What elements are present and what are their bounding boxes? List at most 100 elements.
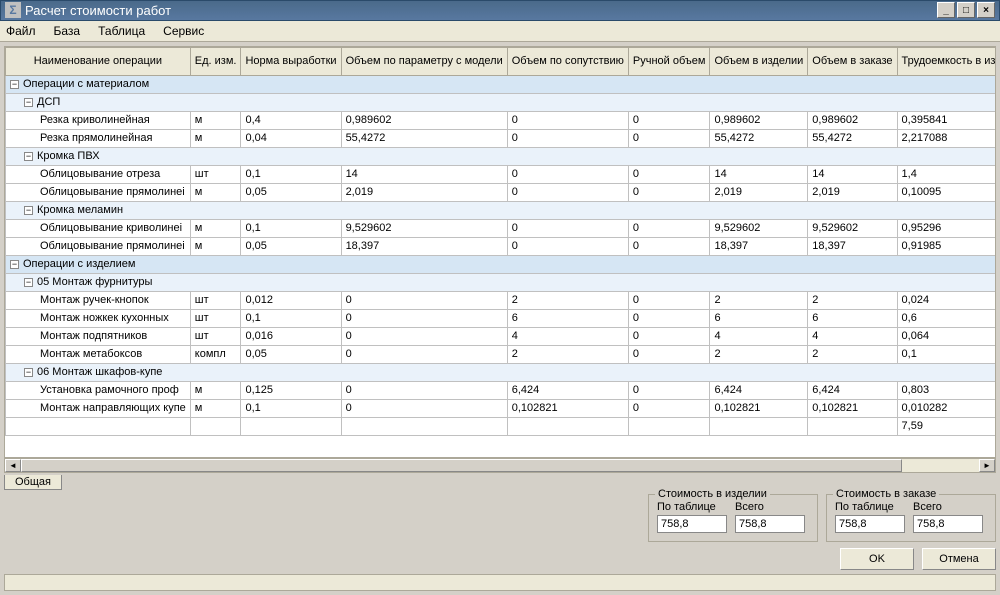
scroll-thumb[interactable] [21, 459, 902, 472]
cell[interactable]: 0,1 [241, 399, 341, 417]
cell[interactable]: Резка прямолинейная [6, 129, 191, 147]
subgroup-row[interactable]: −Кромка меламин [6, 201, 997, 219]
cell[interactable]: 6,424 [808, 381, 897, 399]
subgroup-row[interactable]: −06 Монтаж шкафов-купе [6, 363, 997, 381]
table-row[interactable]: Монтаж ножкек кухонныхшт0,1060660,60,610… [6, 309, 997, 327]
cell[interactable] [808, 417, 897, 435]
cell[interactable]: 0,012 [241, 291, 341, 309]
col-lab-izd[interactable]: Трудоемкость в изделии [897, 47, 996, 75]
cell[interactable]: 0,4 [241, 111, 341, 129]
table-row[interactable]: Монтаж направляющих купем0,100,10282100,… [6, 399, 997, 417]
menu-service[interactable]: Сервис [163, 24, 204, 38]
cell[interactable]: 0,395841 [897, 111, 996, 129]
cell[interactable]: 6 [710, 309, 808, 327]
col-vol-sop[interactable]: Объем по сопутствию [507, 47, 628, 75]
cell[interactable]: 4 [507, 327, 628, 345]
cell[interactable]: 0 [628, 183, 710, 201]
cell[interactable]: 6,424 [710, 381, 808, 399]
cell[interactable]: Установка рамочного проф [6, 381, 191, 399]
cell[interactable]: 14 [710, 165, 808, 183]
scroll-left-icon[interactable]: ◄ [5, 459, 21, 472]
table-row[interactable]: Резка прямолинейнаям0,0455,42720055,4272… [6, 129, 997, 147]
zak-total-input[interactable] [913, 515, 983, 533]
group-row[interactable]: −Операции с материалом [6, 75, 997, 93]
cell[interactable]: 0 [507, 129, 628, 147]
cell[interactable]: 0 [628, 327, 710, 345]
collapse-icon[interactable]: − [10, 80, 19, 89]
table-row[interactable]: Облицовывание отрезашт0,1140014141,41,41… [6, 165, 997, 183]
cell[interactable]: 14 [808, 165, 897, 183]
menu-file[interactable]: Файл [6, 24, 36, 38]
table-row[interactable]: Облицовывание прямолинеім0,0518,3970018,… [6, 237, 997, 255]
cell[interactable]: 18,397 [341, 237, 507, 255]
cell[interactable]: 0 [628, 291, 710, 309]
cell[interactable]: м [190, 129, 241, 147]
cell[interactable]: 9,529602 [341, 219, 507, 237]
cell[interactable] [710, 417, 808, 435]
cell[interactable]: 0,803 [897, 381, 996, 399]
cell[interactable]: 4 [710, 327, 808, 345]
cell[interactable]: м [190, 399, 241, 417]
cell[interactable]: 0,064 [897, 327, 996, 345]
collapse-icon[interactable]: − [24, 278, 33, 287]
menu-table[interactable]: Таблица [98, 24, 145, 38]
cell[interactable]: 0 [341, 399, 507, 417]
cell[interactable]: 2,217088 [897, 129, 996, 147]
cell[interactable]: Монтаж подпятников [6, 327, 191, 345]
cell[interactable]: 2,019 [341, 183, 507, 201]
cell[interactable]: м [190, 237, 241, 255]
cell[interactable] [341, 417, 507, 435]
cell[interactable]: 0,05 [241, 237, 341, 255]
cell[interactable] [241, 417, 341, 435]
cell[interactable]: 0,05 [241, 345, 341, 363]
collapse-icon[interactable]: − [24, 368, 33, 377]
cell[interactable]: 6 [808, 309, 897, 327]
cell[interactable]: 0 [341, 327, 507, 345]
subgroup-row[interactable]: −05 Монтаж фурнитуры [6, 273, 997, 291]
cell[interactable]: 0,102821 [710, 399, 808, 417]
cell[interactable]: 0,989602 [808, 111, 897, 129]
cell[interactable]: Облицовывание отреза [6, 165, 191, 183]
subgroup-row[interactable]: −ДСП [6, 93, 997, 111]
cell[interactable]: 9,529602 [808, 219, 897, 237]
col-name[interactable]: Наименование операции [6, 47, 191, 75]
cell[interactable]: 0 [628, 399, 710, 417]
cell[interactable]: Монтаж ножкек кухонных [6, 309, 191, 327]
cell[interactable]: 0,04 [241, 129, 341, 147]
table-row[interactable]: Монтаж метабоксовкомпл0,05020220,10,1100… [6, 345, 997, 363]
table-row[interactable]: Облицовывание прямолинеім0,052,019002,01… [6, 183, 997, 201]
cell[interactable]: 2 [507, 345, 628, 363]
cell[interactable]: Облицовывание криволинеі [6, 219, 191, 237]
tab-general[interactable]: Общая [4, 475, 62, 490]
table-row[interactable]: Установка рамочного профм0,12506,42406,4… [6, 381, 997, 399]
close-button[interactable]: × [977, 2, 995, 18]
cell[interactable]: 0 [341, 291, 507, 309]
cell[interactable]: компл [190, 345, 241, 363]
zak-by-table-input[interactable] [835, 515, 905, 533]
cell[interactable]: 2,019 [808, 183, 897, 201]
collapse-icon[interactable]: − [24, 152, 33, 161]
cell[interactable] [628, 417, 710, 435]
table-row[interactable]: Облицовывание криволинеім0,19,529602009,… [6, 219, 997, 237]
cell[interactable]: 0 [628, 165, 710, 183]
menu-base[interactable]: База [54, 24, 81, 38]
cell[interactable]: Облицовывание прямолинеі [6, 183, 191, 201]
horizontal-scrollbar[interactable]: ◄ ► [4, 458, 996, 473]
cell[interactable]: 0,6 [897, 309, 996, 327]
cell[interactable]: 14 [341, 165, 507, 183]
cell[interactable]: 0 [628, 219, 710, 237]
cell[interactable]: 0,989602 [710, 111, 808, 129]
cell[interactable]: шт [190, 291, 241, 309]
cell[interactable]: шт [190, 327, 241, 345]
cell[interactable]: 0,1 [241, 219, 341, 237]
cell[interactable]: 0,91985 [897, 237, 996, 255]
cell[interactable]: 0 [507, 219, 628, 237]
cell[interactable] [507, 417, 628, 435]
maximize-button[interactable]: □ [957, 2, 975, 18]
cell[interactable]: м [190, 381, 241, 399]
cell[interactable]: 55,4272 [341, 129, 507, 147]
cell[interactable]: шт [190, 309, 241, 327]
cell[interactable]: 9,529602 [710, 219, 808, 237]
cell[interactable]: 0,1 [241, 309, 341, 327]
cell[interactable]: 2 [710, 345, 808, 363]
